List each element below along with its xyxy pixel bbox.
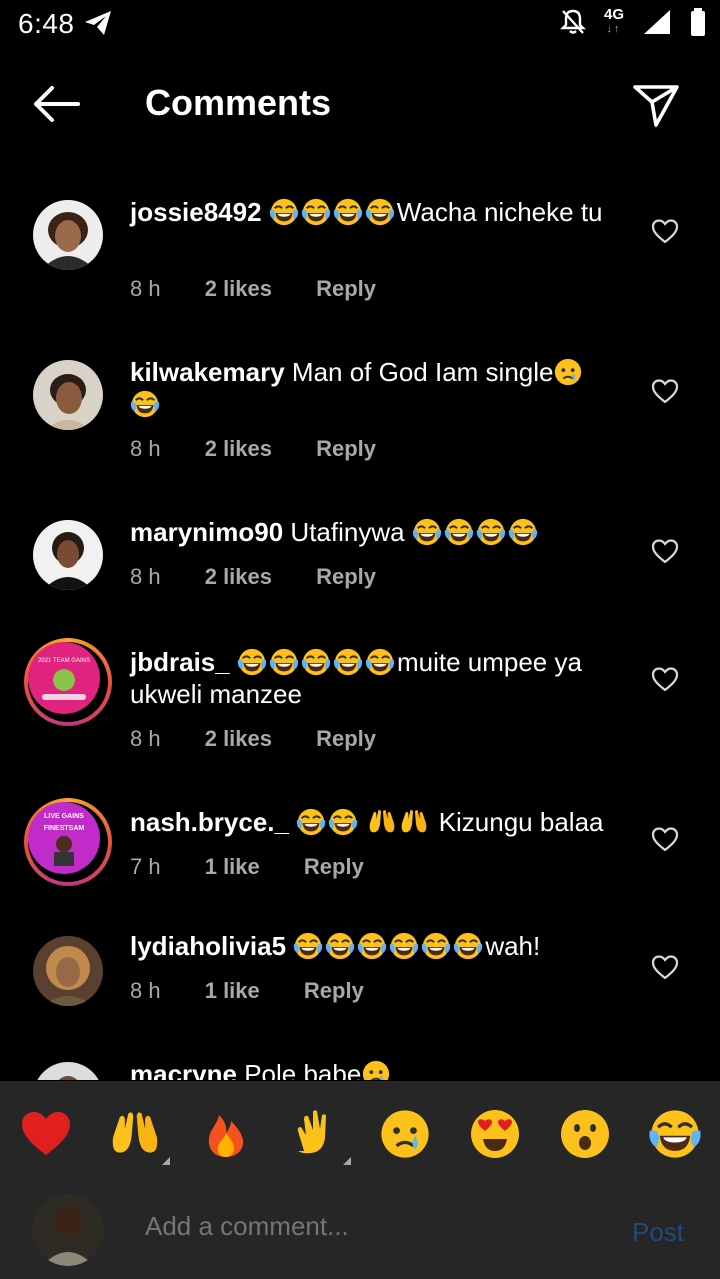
comment-meta: 8 h 2 likes Reply xyxy=(130,276,414,302)
comment-text: Pole babe xyxy=(244,1059,362,1080)
laughing-emoji xyxy=(130,389,160,419)
page-title: Comments xyxy=(145,82,332,123)
reply-button[interactable]: Reply xyxy=(316,276,376,301)
comment-time: 8 h xyxy=(130,726,161,751)
comment-likes[interactable]: 2 likes xyxy=(205,276,272,301)
header: Comments xyxy=(0,62,720,146)
comment-time: 8 h xyxy=(130,978,161,1003)
comment-meta: 8 h 1 like Reply xyxy=(130,978,402,1004)
reply-button[interactable]: Reply xyxy=(316,564,376,589)
crying-emoji xyxy=(361,1059,391,1080)
emoji-reaction-bar xyxy=(0,1081,720,1191)
avatar-text: FINESTSAM xyxy=(44,825,85,832)
laughing-emoji-group xyxy=(293,931,485,961)
comment-likes[interactable]: 1 like xyxy=(205,978,260,1003)
comment-body: kilwakemary Man of God Iam single xyxy=(130,356,620,420)
heart-icon[interactable] xyxy=(651,218,679,244)
comment-time: 8 h xyxy=(130,564,161,589)
comment-text: Utafinywa xyxy=(290,517,405,547)
send-icon[interactable] xyxy=(630,80,682,132)
avatar[interactable] xyxy=(33,200,103,270)
network-arrows: ↓↑ xyxy=(606,23,622,35)
laughing-emoji-group xyxy=(296,807,360,837)
comment-meta: 8 h 2 likes Reply xyxy=(130,726,414,752)
battery-icon xyxy=(691,8,705,36)
surprised-face-icon[interactable] xyxy=(558,1107,612,1161)
reply-button[interactable]: Reply xyxy=(304,854,364,879)
signal-icon xyxy=(644,10,670,34)
network-indicator: 4G ↓↑ xyxy=(603,6,624,36)
comment-text: wah! xyxy=(485,931,541,961)
notifications-off-icon xyxy=(560,9,586,34)
status-bar: 6:48 4G ↓↑ xyxy=(0,0,720,50)
comment-list: jossie8492 Wacha nicheke tu 8 h 2 likes … xyxy=(0,180,720,1080)
avatar[interactable] xyxy=(33,936,103,1006)
avatar-text: 2021 TEAM GAINS xyxy=(38,658,90,664)
laughing-emoji-group xyxy=(269,197,397,227)
comment-likes[interactable]: 2 likes xyxy=(205,564,272,589)
status-icons: 4G ↓↑ xyxy=(560,6,706,36)
heart-icon[interactable] xyxy=(651,378,679,404)
back-arrow-icon[interactable] xyxy=(30,82,82,126)
comment-meta: 8 h 2 likes Reply xyxy=(130,564,414,590)
comment-likes[interactable]: 2 likes xyxy=(205,726,272,751)
comment-time: 8 h xyxy=(130,436,161,461)
avatar[interactable] xyxy=(33,360,103,430)
comment-text: Kizungu balaa xyxy=(438,807,604,837)
heart-icon[interactable] xyxy=(651,826,679,852)
comment-text: Man of God Iam single xyxy=(291,357,554,387)
avatar[interactable] xyxy=(33,520,103,590)
comment-body: nash.bryce._ Kizungu balaa xyxy=(130,806,620,838)
comment-username[interactable]: marynimo90 xyxy=(130,517,283,547)
crying-emoji xyxy=(553,357,583,387)
post-button[interactable]: Post xyxy=(632,1217,684,1248)
fire-icon[interactable] xyxy=(199,1107,253,1161)
heart-icon[interactable] xyxy=(651,666,679,692)
network-type: 4G xyxy=(603,6,624,23)
laughing-emoji-group xyxy=(237,647,397,677)
comment-time: 8 h xyxy=(130,276,161,301)
avatar-story-ring[interactable]: 2021 TEAM GAINS xyxy=(24,638,112,726)
comment-body: macryne Pole babe xyxy=(130,1058,620,1080)
raising-hands-icon[interactable] xyxy=(108,1107,162,1161)
reply-button[interactable]: Reply xyxy=(316,436,376,461)
comment-body: marynimo90 Utafinywa xyxy=(130,516,620,548)
reply-button[interactable]: Reply xyxy=(316,726,376,751)
comment-username[interactable]: jbdrais_ xyxy=(130,647,230,677)
reply-button[interactable]: Reply xyxy=(304,978,364,1003)
status-time: 6:48 xyxy=(18,8,75,39)
heart-eyes-icon[interactable] xyxy=(468,1107,522,1161)
skin-tone-caret xyxy=(343,1157,351,1165)
avatar[interactable] xyxy=(33,1062,103,1080)
skin-tone-caret xyxy=(162,1157,170,1165)
clapping-hands-icon[interactable] xyxy=(290,1107,344,1161)
add-comment-input[interactable] xyxy=(145,1211,615,1242)
comment-username[interactable]: nash.bryce._ xyxy=(130,807,289,837)
laughing-emoji-group xyxy=(412,517,540,547)
avatar-story-ring[interactable]: LIVE GAINS FINESTSAM xyxy=(24,798,112,886)
tears-of-joy-icon[interactable] xyxy=(648,1107,702,1161)
current-user-avatar xyxy=(32,1194,104,1266)
heart-icon[interactable] xyxy=(651,538,679,564)
comment-meta: 8 h 2 likes Reply xyxy=(130,436,414,462)
comment-username[interactable]: lydiaholivia5 xyxy=(130,931,286,961)
comment-likes[interactable]: 1 like xyxy=(205,854,260,879)
comment-body: jossie8492 Wacha nicheke tu xyxy=(130,196,620,228)
comment-composer: Post xyxy=(0,1081,720,1279)
comment-body: lydiaholivia5 wah! xyxy=(130,930,620,962)
comment-meta: 7 h 1 like Reply xyxy=(130,854,402,880)
heart-icon[interactable] xyxy=(651,954,679,980)
comment-username[interactable]: jossie8492 xyxy=(130,197,262,227)
telegram-icon xyxy=(85,11,111,35)
comment-username[interactable]: macryne xyxy=(130,1059,237,1080)
avatar-text: LIVE GAINS xyxy=(44,813,84,820)
crying-face-icon[interactable] xyxy=(378,1107,432,1161)
raising-hands-emoji-group xyxy=(367,807,431,837)
comment-time: 7 h xyxy=(130,854,161,879)
comment-text: Wacha nicheke tu xyxy=(396,197,603,227)
comment-likes[interactable]: 2 likes xyxy=(205,436,272,461)
comment-body: jbdrais_ muite umpee ya ukweli manzee xyxy=(130,646,620,710)
comment-username[interactable]: kilwakemary xyxy=(130,357,285,387)
red-heart-icon[interactable] xyxy=(19,1107,73,1161)
